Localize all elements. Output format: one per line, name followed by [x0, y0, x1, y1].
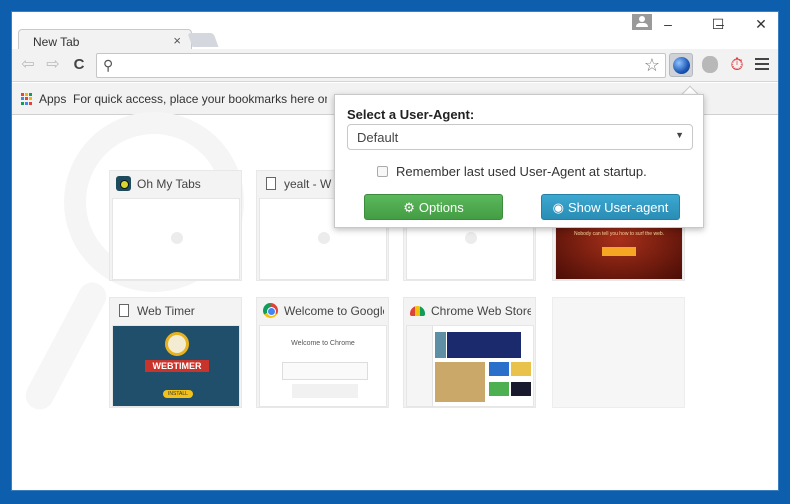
chrome-icon: [263, 303, 278, 318]
most-visited-tile[interactable]: Web Timer WEBTIMER INSTALL: [109, 297, 242, 408]
web-timer-extension-button[interactable]: ⏱: [725, 53, 749, 77]
options-label: Options: [418, 200, 464, 215]
remember-checkbox[interactable]: [377, 166, 388, 177]
options-button[interactable]: ⚙ Options: [364, 194, 503, 220]
web-timer-install: INSTALL: [163, 390, 193, 398]
bookmark-star-icon[interactable]: ☆: [644, 55, 660, 76]
apps-grid-dot: [29, 93, 32, 96]
thumb-title: Welcome to Chrome: [291, 340, 355, 347]
apps-grid-dot: [29, 97, 32, 101]
browser-window: New Tab × – – ☐ ✕ ⇦ ⇨ C ⚲ ☆ ⏱ Apps For q…: [11, 11, 779, 491]
chrome-web-store-icon: [410, 306, 425, 316]
search-icon: ⚲: [103, 57, 114, 73]
apps-grid-dot: [25, 93, 28, 96]
user-agent-switcher-extension-button[interactable]: [669, 53, 693, 77]
caret-down-icon: ▼: [675, 130, 684, 140]
most-visited-tile[interactable]: Oh My Tabs: [109, 170, 242, 281]
adblock-extension-button[interactable]: [698, 53, 722, 77]
tile-thumbnail: [112, 198, 240, 280]
chrome-menu-icon[interactable]: [755, 58, 769, 70]
oh-my-tabs-icon: [116, 176, 131, 191]
back-button[interactable]: ⇦: [18, 55, 38, 75]
thumb-tagline: Nobody can tell you how to surf the web.: [573, 231, 665, 237]
apps-grid-dot: [25, 97, 28, 101]
apps-grid-dot: [21, 93, 24, 96]
web-timer-thumbnail: WEBTIMER INSTALL: [112, 325, 240, 407]
popup-title: Select a User-Agent:: [347, 107, 475, 122]
tab-close-icon[interactable]: ×: [173, 33, 181, 48]
tile-title: Chrome Web Store: [431, 304, 531, 318]
most-visited-tile[interactable]: Welcome to Google Chrome Welcome to Chro…: [256, 297, 389, 408]
gear-icon: ⚙: [403, 200, 415, 215]
apps-grid-dot: [21, 101, 24, 105]
forward-button[interactable]: ⇨: [43, 55, 63, 75]
apps-grid-dot: [21, 97, 24, 101]
most-visited-tile-empty: [552, 297, 685, 408]
tile-title: Web Timer: [137, 304, 195, 318]
tile-title: Welcome to Google Chrome: [284, 304, 384, 318]
document-icon: [119, 304, 129, 317]
apps-grid-dot: [29, 101, 32, 105]
profile-icon[interactable]: [632, 14, 652, 30]
apps-grid-dot: [25, 101, 28, 105]
new-tab-button[interactable]: [187, 33, 219, 47]
apps-grid-icon[interactable]: [21, 93, 33, 105]
web-timer-banner: WEBTIMER: [145, 360, 209, 372]
tab-title: New Tab: [33, 35, 80, 49]
reload-button[interactable]: C: [69, 55, 89, 75]
tile-title: Oh My Tabs: [137, 177, 201, 191]
user-agent-select-value: Default: [357, 130, 399, 145]
window-close-button[interactable]: ✕: [743, 12, 778, 36]
show-user-agent-label: Show User-agent: [567, 200, 669, 215]
chrome-web-store-thumbnail: [406, 325, 534, 407]
remember-option[interactable]: Remember last used User-Agent at startup…: [377, 164, 647, 179]
globe-icon: [673, 57, 690, 74]
welcome-thumbnail: Welcome to Chrome: [259, 325, 387, 407]
toolbar: ⇦ ⇨ C ⚲ ☆ ⏱: [12, 49, 778, 82]
user-agent-popup: Select a User-Agent: Default ▼ Remember …: [334, 94, 704, 228]
window-minimize-button[interactable]: –: [650, 12, 686, 36]
address-bar[interactable]: ⚲ ☆: [96, 53, 666, 78]
eye-icon: ◉: [552, 200, 564, 215]
document-icon: [266, 177, 276, 190]
window-maximize-button[interactable]: ☐: [700, 12, 736, 36]
user-agent-select[interactable]: Default ▼: [347, 124, 693, 150]
bookmarks-hint: For quick access, place your bookmarks h…: [73, 92, 327, 106]
most-visited-tile[interactable]: Chrome Web Store: [403, 297, 536, 408]
watermark-handle: [20, 277, 112, 415]
remember-label: Remember last used User-Agent at startup…: [396, 164, 647, 179]
hand-icon: [702, 56, 718, 73]
show-user-agent-button[interactable]: ◉ Show User-agent: [541, 194, 680, 220]
apps-link[interactable]: Apps: [39, 92, 66, 106]
